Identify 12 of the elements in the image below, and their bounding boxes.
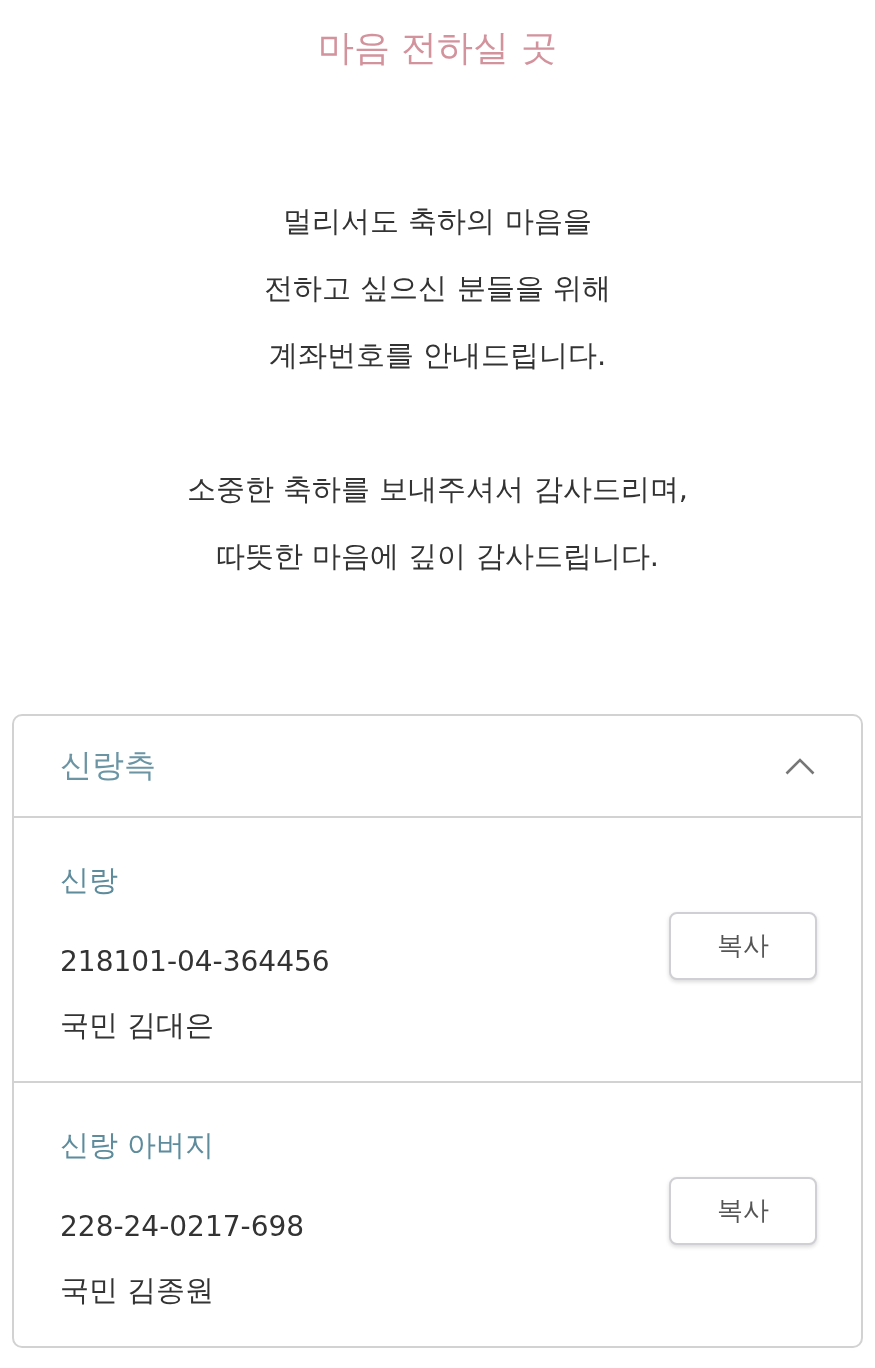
section-title: 마음 전하실 곳: [317, 26, 558, 70]
message-paragraph: 멀리서도 축하의 마음을 전하고 싶으신 분들을 위해 계좌번호를 안내드립니다.: [263, 203, 612, 374]
account-number: 218101-04-364456: [60, 944, 330, 980]
bank-holder-name: 국민 김종원: [60, 1272, 216, 1309]
copy-button[interactable]: 복사: [669, 911, 817, 980]
copy-button[interactable]: 복사: [669, 1176, 817, 1245]
message-paragraph: 소중한 축하를 보내주셔서 감사드리며, 따뜻한 마음에 깊이 감사드립니다.: [186, 471, 689, 575]
chevron-up-icon[interactable]: [785, 757, 815, 775]
account-owner-label: 신랑 아버지: [60, 1127, 216, 1164]
account-number: 228-24-0217-698: [60, 1209, 305, 1245]
bank-holder-name: 국민 김대은: [60, 1007, 216, 1044]
account-owner-label: 신랑: [60, 862, 119, 899]
